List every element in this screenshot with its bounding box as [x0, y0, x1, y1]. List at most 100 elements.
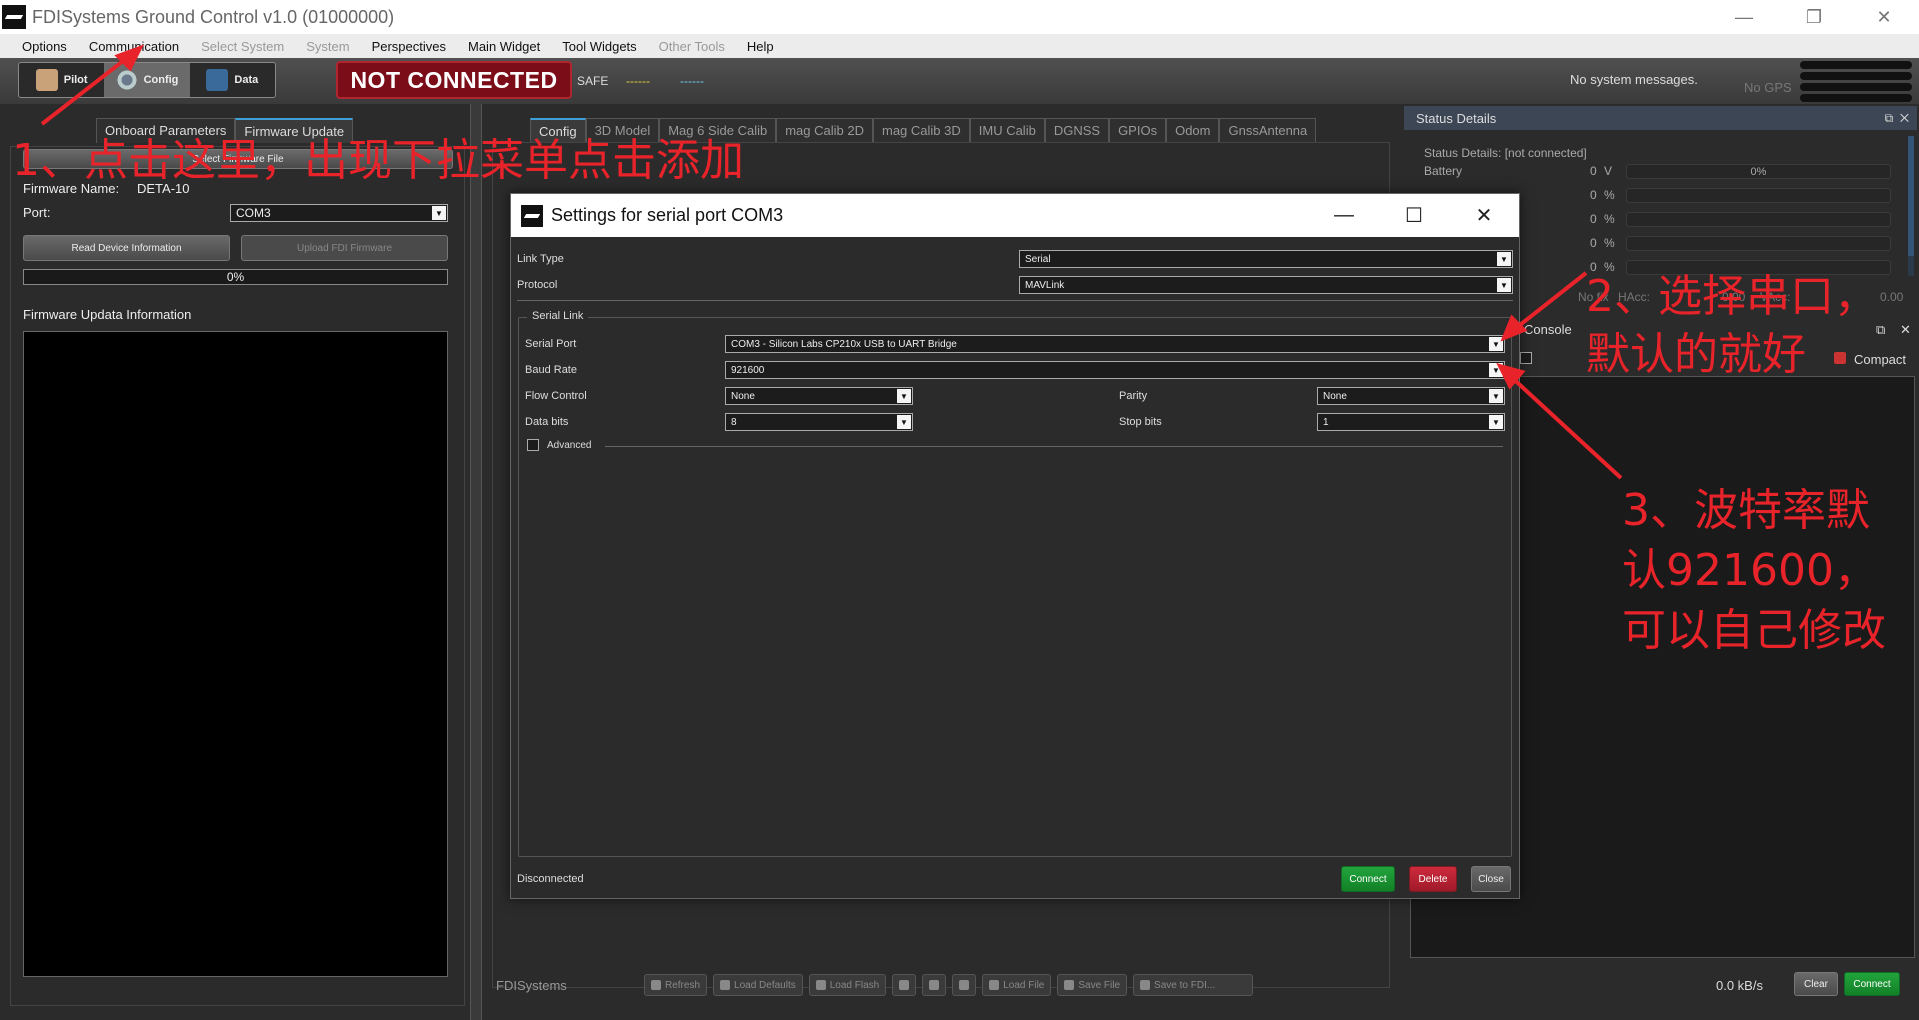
- delete-button[interactable]: Delete: [1409, 866, 1457, 892]
- status-scrollbar[interactable]: [1908, 136, 1914, 276]
- annotation-2-line-1: 2、选择串口，: [1586, 271, 1878, 322]
- menu-select-system[interactable]: Select System: [190, 39, 295, 54]
- chevron-down-icon: ▼: [1489, 363, 1503, 377]
- status-bar-3: [1626, 212, 1891, 227]
- dialog-close-button[interactable]: ✕: [1449, 194, 1519, 237]
- load-flash-button[interactable]: Load Flash: [808, 974, 887, 996]
- refresh-button[interactable]: Refresh: [644, 974, 708, 996]
- float-icon[interactable]: ⧉: [1885, 111, 1894, 125]
- menu-bar: Options Communication Select System Syst…: [0, 34, 1919, 58]
- chevron-down-icon: ▼: [897, 415, 911, 429]
- save-file-button[interactable]: Save File: [1057, 974, 1128, 996]
- upload-firmware-button[interactable]: Upload FDI Firmware: [241, 235, 448, 261]
- tab-odom[interactable]: Odom: [1166, 118, 1220, 143]
- main-toolbar: Pilot Config Data NOT CONNECTED SAFE ---…: [0, 58, 1919, 104]
- close-console-icon[interactable]: ✕: [1900, 322, 1911, 338]
- console-connect-button[interactable]: Connect: [1844, 972, 1900, 996]
- data-mode-button[interactable]: Data: [190, 63, 275, 97]
- read-device-button[interactable]: Read Device Information: [23, 235, 230, 261]
- save-icon: [1064, 980, 1075, 990]
- copy-button[interactable]: [922, 974, 947, 996]
- menu-main-widget[interactable]: Main Widget: [457, 39, 551, 54]
- chevron-down-icon: ▼: [1489, 389, 1503, 403]
- menu-tool-widgets[interactable]: Tool Widgets: [551, 39, 647, 54]
- battery-label: Battery: [1424, 164, 1463, 178]
- paste-button[interactable]: [952, 974, 977, 996]
- port-select[interactable]: COM3 ▼: [230, 204, 448, 222]
- signal-bars: [1800, 58, 1912, 104]
- load-defaults-button[interactable]: Load Defaults: [713, 974, 803, 996]
- minimize-button[interactable]: —: [1709, 0, 1779, 34]
- pilot-mode-button[interactable]: Pilot: [19, 63, 104, 97]
- annotation-3-line-1: 3、波特率默: [1622, 485, 1870, 536]
- data-bits-select[interactable]: 8 ▼: [725, 413, 913, 431]
- annotation-1: 1、点击这里，出现下拉菜单点击添加: [12, 135, 744, 186]
- dialog-minimize-button[interactable]: —: [1309, 194, 1379, 237]
- menu-options[interactable]: Options: [0, 39, 78, 54]
- annotation-2-line-2: 默认的就好: [1586, 329, 1806, 380]
- panel-splitter[interactable]: [470, 104, 482, 1020]
- paste-icon: [959, 980, 970, 990]
- tab-gpios[interactable]: GPIOs: [1109, 118, 1167, 143]
- waveform-icon: [206, 69, 229, 91]
- menu-perspectives[interactable]: Perspectives: [361, 39, 457, 54]
- status-bar-4: [1626, 236, 1891, 251]
- float-icon[interactable]: ⧉: [1876, 322, 1885, 338]
- stop-bits-select[interactable]: 1 ▼: [1317, 413, 1505, 431]
- config-toolbar: FDISystems Refresh Load Defaults Load Fl…: [490, 970, 1390, 1000]
- stop-bits-label: Stop bits: [1119, 416, 1162, 428]
- tab-gnss-antenna[interactable]: GnssAntenna: [1219, 118, 1317, 143]
- serial-link-title: Serial Link: [527, 310, 589, 322]
- firmware-info-title: Firmware Updata Information: [23, 307, 192, 322]
- perspective-switcher: Pilot Config Data: [18, 62, 276, 98]
- load-file-button[interactable]: Load File: [982, 974, 1052, 996]
- parity-select[interactable]: None ▼: [1317, 387, 1505, 405]
- chevron-down-icon: ▼: [1497, 252, 1511, 266]
- plane-icon: [1140, 980, 1151, 990]
- tab-mag-calib-3d[interactable]: mag Calib 3D: [872, 118, 970, 143]
- connect-button[interactable]: Connect: [1341, 866, 1395, 892]
- brand-label: FDISystems: [496, 977, 567, 993]
- close-dock-icon[interactable]: ✕: [1900, 111, 1909, 125]
- mode-indicator-1: ------: [626, 74, 650, 88]
- close-dialog-button[interactable]: Close: [1471, 866, 1511, 892]
- refresh-icon: [651, 980, 661, 990]
- protocol-label: Protocol: [517, 279, 558, 291]
- gear-icon: [115, 69, 138, 91]
- system-messages[interactable]: No system messages.: [1570, 72, 1698, 87]
- dialog-maximize-button[interactable]: ☐: [1379, 194, 1449, 237]
- flow-control-label: Flow Control: [525, 390, 587, 402]
- pilot-icon: [35, 69, 58, 91]
- download-button[interactable]: [892, 974, 917, 996]
- compact-icon[interactable]: [1834, 352, 1846, 364]
- tab-imu-calib[interactable]: IMU Calib: [969, 118, 1045, 143]
- save-to-fdi-button[interactable]: Save to FDI...: [1133, 974, 1254, 996]
- serial-port-select[interactable]: COM3 - Silicon Labs CP210x USB to UART B…: [725, 335, 1505, 353]
- tab-dgnss[interactable]: DGNSS: [1044, 118, 1110, 143]
- advanced-checkbox[interactable]: [527, 439, 539, 451]
- window-title: FDISystems Ground Control v1.0 (01000000…: [32, 6, 395, 27]
- app-logo-icon: [521, 204, 543, 227]
- menu-communication[interactable]: Communication: [78, 39, 190, 54]
- protocol-select[interactable]: MAVLink ▼: [1019, 276, 1513, 294]
- chevron-down-icon: ▼: [1489, 415, 1503, 429]
- advanced-label: Advanced: [547, 440, 592, 451]
- close-button[interactable]: ✕: [1849, 0, 1919, 34]
- menu-help[interactable]: Help: [736, 39, 785, 54]
- status-line: Status Details: [not connected]: [1424, 146, 1587, 160]
- config-mode-button[interactable]: Config: [104, 63, 190, 97]
- status-bar-2: [1626, 188, 1891, 203]
- link-type-select[interactable]: Serial ▼: [1019, 250, 1513, 268]
- clear-button[interactable]: Clear: [1794, 972, 1838, 996]
- flow-control-select[interactable]: None ▼: [725, 387, 913, 405]
- status-details-header: Status Details ⧉ ✕: [1404, 106, 1917, 130]
- parity-label: Parity: [1119, 390, 1148, 402]
- restore-button[interactable]: ❐: [1779, 0, 1849, 34]
- tab-mag-calib-2d[interactable]: mag Calib 2D: [776, 118, 873, 143]
- menu-system[interactable]: System: [295, 39, 360, 54]
- console-filter-checkbox[interactable]: [1520, 352, 1532, 364]
- baud-rate-select[interactable]: 921600 ▼: [725, 361, 1505, 379]
- connection-status-badge[interactable]: NOT CONNECTED: [336, 61, 572, 99]
- gps-status: No GPS: [1744, 80, 1792, 95]
- menu-other-tools[interactable]: Other Tools: [648, 39, 736, 54]
